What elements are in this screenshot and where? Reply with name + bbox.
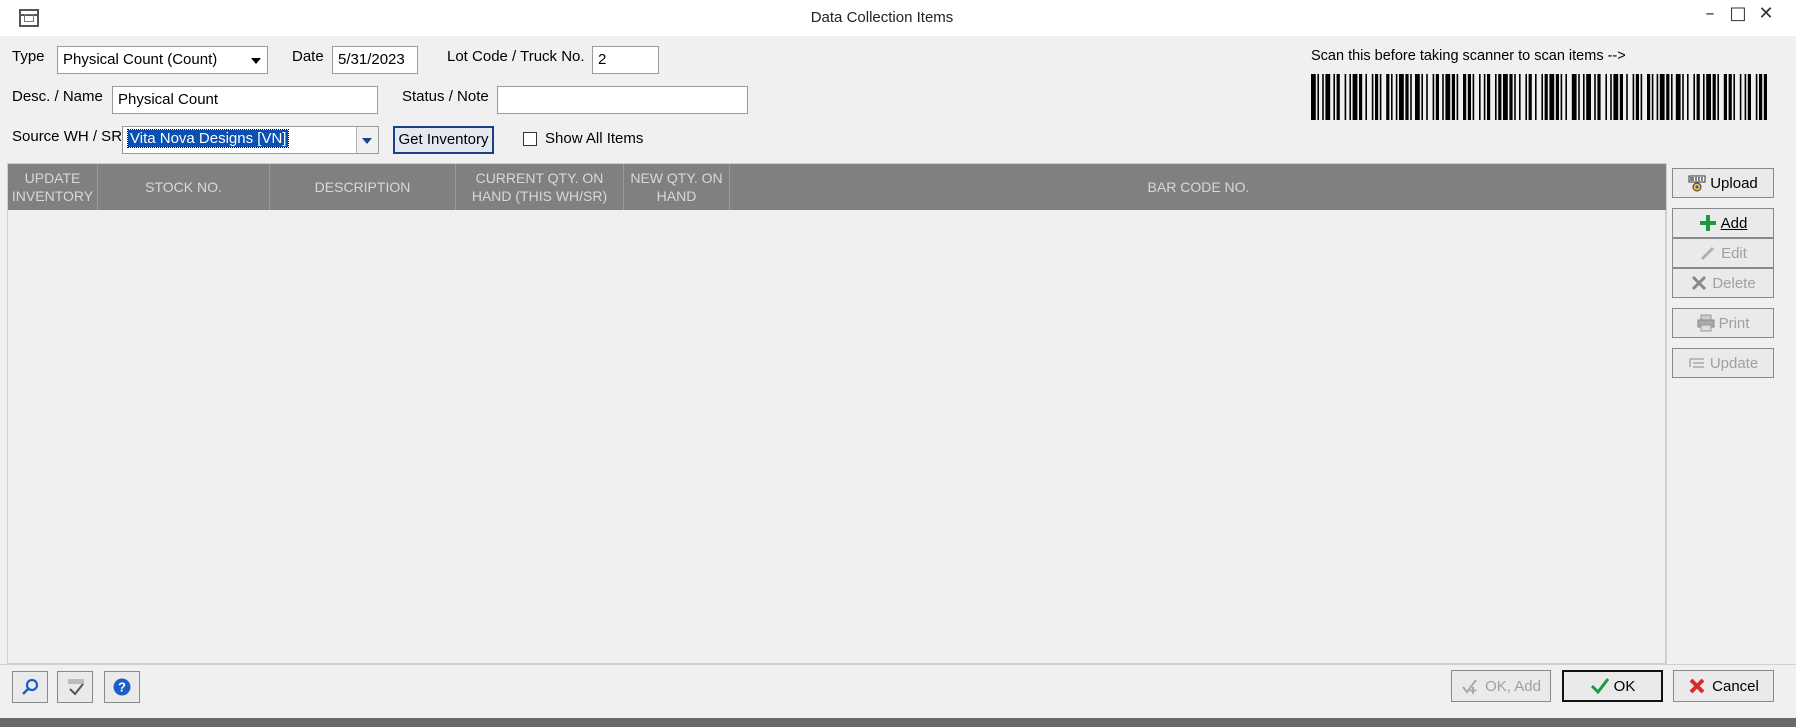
source-wh-value: Vita Nova Designs [VN]: [126, 129, 290, 148]
edit-label: Edit: [1721, 244, 1747, 262]
source-wh-combo[interactable]: Vita Nova Designs [VN]: [122, 126, 379, 154]
type-dropdown[interactable]: Physical Count (Count): [57, 46, 268, 74]
close-icon[interactable]: ✕: [1754, 2, 1778, 26]
print-label: Print: [1718, 314, 1750, 332]
edit-button[interactable]: Edit: [1672, 238, 1774, 268]
ok-add-label: OK, Add: [1485, 677, 1541, 695]
pencil-icon: [1699, 244, 1717, 262]
x-icon: [1690, 274, 1708, 292]
check-plus-icon: [1461, 677, 1479, 695]
delete-button[interactable]: Delete: [1672, 268, 1774, 298]
batch-barcode: [1311, 74, 1767, 120]
update-button[interactable]: Update: [1672, 348, 1774, 378]
cancel-label: Cancel: [1712, 677, 1759, 695]
type-label: Type: [12, 48, 45, 65]
ok-button[interactable]: OK: [1562, 670, 1663, 702]
chevron-down-icon: [251, 58, 261, 64]
add-button[interactable]: Add: [1672, 208, 1774, 238]
status-field[interactable]: [497, 86, 748, 114]
upload-button[interactable]: Upload: [1672, 168, 1774, 198]
cancel-button[interactable]: Cancel: [1673, 670, 1774, 702]
data-collection-window: Data Collection Items – □ ✕ Type Physica…: [0, 0, 1796, 727]
window-title: Data Collection Items: [810, 9, 954, 26]
chevron-down-icon[interactable]: [356, 127, 378, 153]
grid-header: UPDATE INVENTORY STOCK NO. DESCRIPTION C…: [8, 164, 1667, 210]
add-label: Add: [1720, 214, 1748, 232]
date-label: Date: [292, 48, 324, 65]
scanner-icon: [1688, 174, 1706, 192]
spellcheck-icon: [66, 678, 84, 696]
get-inventory-button[interactable]: Get Inventory: [393, 126, 494, 154]
window-bottom-border: [0, 718, 1796, 727]
print-button[interactable]: Print: [1672, 308, 1774, 338]
source-wh-label: Source WH / SR: [12, 128, 123, 145]
show-all-label: Show All Items: [545, 130, 644, 147]
upload-label: Upload: [1710, 174, 1758, 192]
scan-prompt: Scan this before taking scanner to scan …: [1311, 48, 1626, 64]
search-button[interactable]: [12, 671, 48, 703]
date-field[interactable]: 5/31/2023: [332, 46, 418, 74]
search-icon: [21, 678, 39, 696]
spellcheck-button[interactable]: [57, 671, 93, 703]
lot-code-field[interactable]: 2: [592, 46, 659, 74]
ok-label: OK: [1613, 677, 1636, 695]
show-all-checkbox[interactable]: [523, 132, 537, 146]
help-icon: ?: [113, 678, 131, 696]
status-label: Status / Note: [402, 88, 489, 105]
desc-label: Desc. / Name: [12, 88, 103, 105]
minimize-icon[interactable]: –: [1698, 2, 1722, 26]
help-button[interactable]: ?: [104, 671, 140, 703]
column-header[interactable]: STOCK NO.: [98, 164, 270, 210]
type-value: Physical Count (Count): [63, 51, 218, 68]
maximize-icon[interactable]: □: [1726, 2, 1750, 26]
title-bar: Data Collection Items – □ ✕: [0, 0, 1796, 36]
column-header[interactable]: BAR CODE NO.: [730, 164, 1667, 210]
svg-text:?: ?: [118, 680, 126, 695]
column-header[interactable]: UPDATE INVENTORY: [8, 164, 98, 210]
ok-add-button[interactable]: OK, Add: [1451, 670, 1551, 702]
update-label: Update: [1709, 354, 1759, 372]
items-grid[interactable]: UPDATE INVENTORY STOCK NO. DESCRIPTION C…: [7, 163, 1667, 664]
plus-icon: [1699, 214, 1717, 232]
delete-label: Delete: [1712, 274, 1756, 292]
lot-code-label: Lot Code / Truck No.: [447, 48, 585, 65]
desc-field[interactable]: Physical Count: [112, 86, 378, 114]
column-header[interactable]: DESCRIPTION: [270, 164, 456, 210]
column-header[interactable]: CURRENT QTY. ON HAND (THIS WH/SR): [456, 164, 624, 210]
printer-icon: [1697, 314, 1715, 332]
cancel-x-icon: [1688, 677, 1706, 695]
column-header[interactable]: NEW QTY. ON HAND: [624, 164, 730, 210]
checkmark-icon: [1590, 677, 1609, 695]
update-icon: [1688, 354, 1706, 372]
